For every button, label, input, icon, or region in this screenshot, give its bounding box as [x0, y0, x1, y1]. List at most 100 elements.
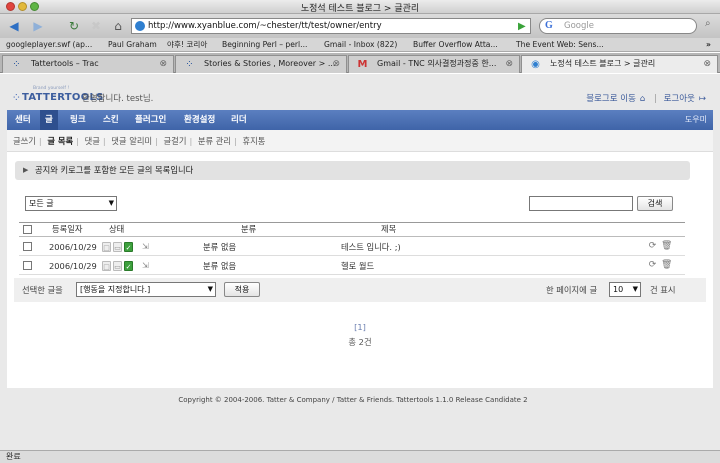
menu-item-skin[interactable]: 스킨 [103, 110, 119, 130]
trash-icon[interactable]: 🗑 [661, 241, 672, 252]
tab-gmail[interactable]: M Gmail - TNC 의사결정과정중 한... ⊗ [348, 55, 520, 73]
notice-arrow-icon: ▶ [23, 166, 29, 174]
table-row: 2006/10/29 □ ▭ ✓ ⇲ 분류 없음 헬로 월드 ⟳ 🗑 [19, 257, 685, 275]
bookmarks-overflow-icon[interactable]: » [706, 38, 711, 51]
home-icon[interactable]: ⌂ [640, 94, 645, 104]
search-placeholder: Google [564, 21, 594, 31]
menu-item-plugins[interactable]: 플러그인 [135, 110, 166, 130]
bookmark-item[interactable]: Gmail - Inbox (822) [324, 38, 397, 51]
tab-close-icon[interactable]: ⊗ [505, 56, 513, 72]
divider: | [654, 94, 657, 104]
menu-item-posts[interactable]: 글 [40, 110, 58, 130]
per-page-select[interactable]: 10 ▼ [609, 282, 641, 297]
submenu-comments[interactable]: 댓글 [85, 136, 100, 146]
public-status-icon[interactable]: ✓ [124, 242, 133, 252]
trackback-status-icon[interactable]: ⇲ [142, 261, 153, 271]
search-input[interactable]: G Google [539, 18, 697, 34]
menu-item-links[interactable]: 링크 [70, 110, 86, 130]
submenu-trackback[interactable]: 글걸기 [164, 136, 187, 146]
google-search-icon: G [545, 20, 553, 31]
per-page-suffix: 건 표시 [650, 285, 676, 295]
logout-link[interactable]: 로그아웃 [664, 94, 695, 104]
submenu-post-list[interactable]: 글 목록 [47, 136, 73, 146]
submenu-categories[interactable]: 분류 관리 [198, 136, 231, 146]
bookmark-item[interactable]: Paul Graham [108, 38, 157, 51]
apply-button[interactable]: 적용 [224, 282, 260, 297]
tab-close-icon[interactable]: ⊗ [703, 56, 711, 72]
forward-arrow-icon[interactable]: ▶ [30, 18, 46, 34]
tab-stories[interactable]: ⁘ Stories & Stories , Moreover > ... ⊗ [175, 55, 347, 73]
trac-favicon-icon: ⁘ [12, 59, 21, 70]
notice-status-icon[interactable]: □ [102, 242, 111, 252]
tab-current-entry[interactable]: ◉ 노정석 테스트 블로그 > 글관리 ⊗ [521, 55, 718, 73]
window-title-bar: 노정석 테스트 블로그 > 글관리 [0, 0, 720, 14]
protected-status-icon[interactable]: ▭ [113, 261, 122, 271]
select-all-checkbox[interactable] [23, 225, 32, 234]
tab-close-icon[interactable]: ⊗ [159, 56, 167, 72]
submenu-write[interactable]: 글쓰기 [13, 136, 36, 146]
column-header-date: 등록일자 [52, 224, 83, 234]
row-checkbox[interactable] [23, 242, 32, 251]
brand-tagline: Brand yourself ! [33, 86, 70, 91]
go-arrow-icon[interactable]: ▶ [518, 21, 526, 32]
bulk-action-value: [행동을 지정합니다.] [80, 285, 151, 294]
home-icon[interactable]: ⌂ [110, 18, 126, 34]
bookmark-item[interactable]: googleplayer.swf (ap... [6, 38, 92, 51]
row-category: 분류 없음 [203, 242, 237, 252]
logout-icon[interactable]: ↦ [699, 94, 706, 104]
tab-tattertools-trac[interactable]: ⁘ Tattertools – Trac ⊗ [2, 55, 174, 73]
tab-label: Stories & Stories , Moreover > ... [204, 59, 336, 68]
per-page-label: 한 페이지에 글 [546, 285, 598, 295]
status-bar: 완료 [0, 450, 720, 463]
row-title[interactable]: 테스트 입니다. ;) [341, 238, 401, 256]
tattertools-favicon-icon: ⁘ [185, 59, 194, 70]
stop-icon[interactable]: ✖ [88, 18, 104, 34]
row-title[interactable]: 헬로 월드 [341, 257, 374, 275]
bookmark-item[interactable]: Buffer Overflow Atta... [413, 38, 498, 51]
search-go-icon[interactable]: ⌕ [705, 18, 711, 29]
notice-text: 공지와 키로그를 포함한 모든 글의 목록입니다 [35, 165, 194, 175]
trackback-status-icon[interactable]: ⇲ [142, 242, 153, 252]
reload-icon[interactable]: ↻ [66, 18, 82, 34]
menu-item-reader[interactable]: 리더 [231, 110, 247, 130]
welcome-message: 환영합니다. test님. [82, 94, 154, 104]
notice-status-icon[interactable]: □ [102, 261, 111, 271]
filter-selected-value: 모든 글 [29, 199, 54, 208]
search-button[interactable]: 검색 [637, 196, 673, 211]
chevron-down-icon: ▼ [108, 199, 114, 207]
bookmark-item[interactable]: Beginning Perl – perl... [222, 38, 307, 51]
pagination-current[interactable]: [1] [7, 322, 713, 332]
main-menu: 센터 글 링크 스킨 플러그인 환경설정 리더 도우미 [7, 110, 713, 130]
table-row: 2006/10/29 □ ▭ ✓ ⇲ 분류 없음 테스트 입니다. ;) ⟳ 🗑 [19, 238, 685, 256]
column-header-status: 상태 [109, 224, 125, 234]
gmail-favicon-icon: M [357, 59, 368, 70]
filter-select[interactable]: 모든 글 ▼ [25, 196, 117, 211]
modify-icon[interactable]: ⟳ [647, 260, 658, 271]
url-input[interactable]: http://www.xyanblue.com/~chester/tt/test… [131, 18, 531, 34]
table-header: 등록일자 상태 분류 제목 [19, 222, 685, 237]
modify-icon[interactable]: ⟳ [647, 241, 658, 252]
bookmark-item[interactable]: The Event Web: Sens... [516, 38, 604, 51]
submenu-comment-notify[interactable]: 댓글 알리미 [111, 136, 152, 146]
row-checkbox[interactable] [23, 261, 32, 270]
tab-label: 노정석 테스트 블로그 > 글관리 [550, 59, 656, 68]
logo-dots-icon: ⁘ [13, 93, 21, 102]
public-status-icon[interactable]: ✓ [124, 261, 133, 271]
bulk-action-bar: 선택한 글을 [행동을 지정합니다.] ▼ 적용 한 페이지에 글 10 ▼ 건… [14, 278, 706, 302]
column-header-title: 제목 [381, 224, 397, 234]
tab-label: Gmail - TNC 의사결정과정중 한... [377, 59, 497, 68]
bulk-label: 선택한 글을 [22, 285, 63, 295]
tab-close-icon[interactable]: ⊗ [332, 56, 340, 72]
menu-item-center[interactable]: 센터 [15, 110, 31, 130]
back-arrow-icon[interactable]: ◀ [6, 18, 22, 34]
protected-status-icon[interactable]: ▭ [113, 242, 122, 252]
bookmark-item[interactable]: 야후! 코리아 [167, 38, 207, 51]
go-to-blog-link[interactable]: 블로그로 이동 [586, 94, 636, 104]
menu-item-settings[interactable]: 환경설정 [184, 110, 215, 130]
trash-icon[interactable]: 🗑 [661, 260, 672, 271]
site-favicon-icon: ◉ [531, 59, 540, 70]
search-field[interactable] [529, 196, 633, 211]
help-link[interactable]: 도우미 [685, 110, 707, 130]
bulk-action-select[interactable]: [행동을 지정합니다.] ▼ [76, 282, 216, 297]
submenu-trash[interactable]: 휴지통 [243, 136, 266, 146]
